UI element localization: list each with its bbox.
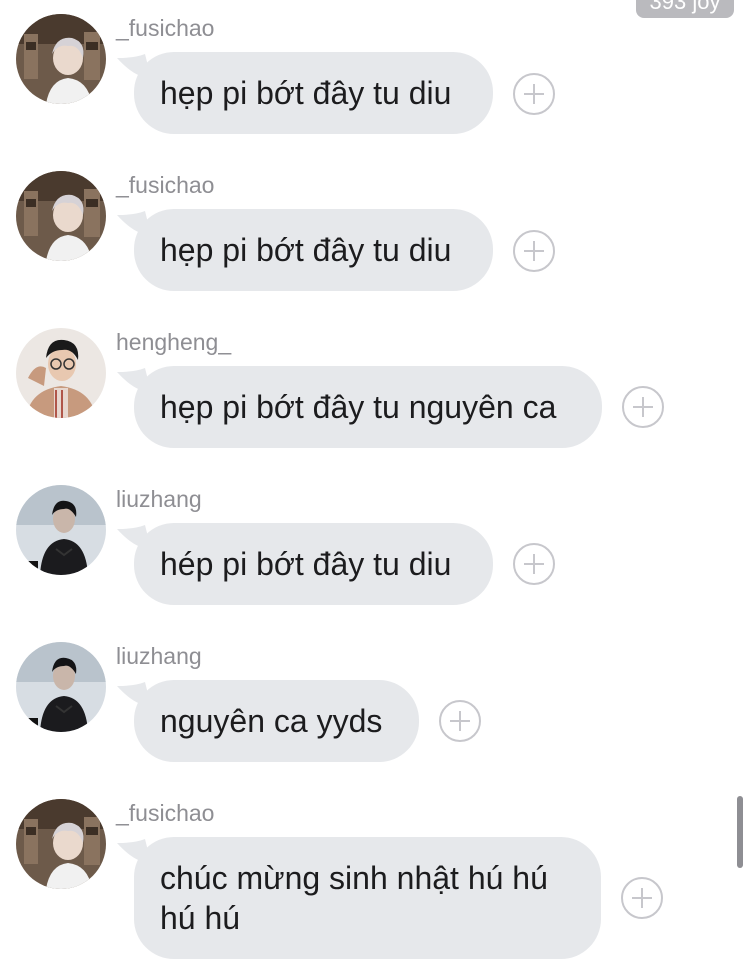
message-text-label: hẹp pi bớt đây tu diu <box>160 232 452 268</box>
avatar[interactable] <box>16 485 106 575</box>
username[interactable]: _fusichao <box>116 799 214 827</box>
message-text: hẹp pi bớt đây tu diu <box>134 52 493 134</box>
add-reaction-icon[interactable] <box>621 877 663 919</box>
avatar[interactable] <box>16 171 106 261</box>
avatar-fusichao-icon <box>16 171 106 261</box>
add-reaction-icon[interactable] <box>513 543 555 585</box>
message-text: chúc mừng sinh nhật hú hú hú hú <box>134 837 601 959</box>
username[interactable]: liuzhang <box>116 485 202 513</box>
username[interactable]: hengheng_ <box>116 328 231 356</box>
avatar[interactable] <box>16 799 106 889</box>
avatar-liuzhang-icon <box>16 485 106 575</box>
avatar-hengheng-icon <box>16 328 106 418</box>
add-reaction-icon[interactable] <box>622 386 664 428</box>
avatar[interactable] <box>16 14 106 104</box>
add-reaction-icon[interactable] <box>439 700 481 742</box>
message-text: hẹp pi bớt đây tu diu <box>134 209 493 291</box>
avatar-fusichao-icon <box>16 14 106 104</box>
username[interactable]: _fusichao <box>116 171 214 199</box>
avatar[interactable] <box>16 328 106 418</box>
username[interactable]: liuzhang <box>116 642 202 670</box>
message-text-line: chúc mừng sinh nhật hú hú <box>160 860 548 896</box>
message-text-label: nguyên ca yyds <box>160 703 383 739</box>
message-text: nguyên ca yyds <box>134 680 419 762</box>
avatar-fusichao-icon <box>16 799 106 889</box>
message-text: hép pi bớt đây tu diu <box>134 523 493 605</box>
message-text-label: hẹp pi bớt đây tu diu <box>160 75 452 111</box>
scrollbar[interactable] <box>737 796 743 868</box>
message-text-label: hép pi bớt đây tu diu <box>160 546 452 582</box>
add-reaction-icon[interactable] <box>513 230 555 272</box>
avatar-liuzhang-icon <box>16 642 106 732</box>
message-text-line: hú hú <box>160 900 241 936</box>
avatar[interactable] <box>16 642 106 732</box>
message-text: hẹp pi bớt đây tu nguyên ca <box>134 366 602 448</box>
username[interactable]: _fusichao <box>116 14 214 42</box>
message-text-label: hẹp pi bớt đây tu nguyên ca <box>160 389 557 425</box>
top-badge: 393 joy <box>636 0 734 18</box>
add-reaction-icon[interactable] <box>513 73 555 115</box>
